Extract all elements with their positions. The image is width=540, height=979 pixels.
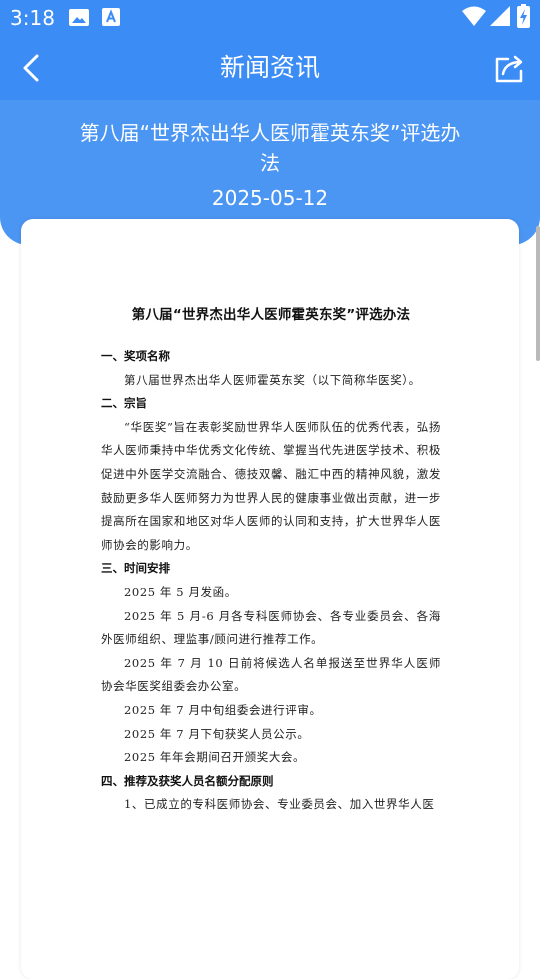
document-paragraph: 2025 年 7 月中旬组委会进行评审。 bbox=[124, 702, 322, 717]
document-paragraph: 第八届世界杰出华人医师霍英东奖（以下简称华医奖）。 bbox=[124, 372, 421, 387]
battery-charging-icon bbox=[517, 4, 530, 28]
document-paragraph: 2025 年 5 月发函。 bbox=[124, 584, 237, 599]
share-icon bbox=[495, 55, 523, 83]
cellular-signal-icon bbox=[490, 6, 510, 26]
app-bar: 新闻资讯 bbox=[0, 36, 540, 100]
document-paragraph: “华医奖”旨在表彰奖励世界华人医师队伍的优秀代表，弘扬华人医师秉持中华优秀文化传… bbox=[101, 419, 441, 552]
document-paragraph: 2025 年 7 月下旬获奖人员公示。 bbox=[124, 726, 310, 741]
document-card: 第八届“世界杰出华人医师霍英东奖”评选办法 一、奖项名称 第八届世界杰出华人医师… bbox=[21, 219, 519, 979]
page-title: 新闻资讯 bbox=[219, 53, 320, 82]
document-title: 第八届“世界杰出华人医师霍英东奖”评选办法 bbox=[131, 307, 411, 323]
section-heading: 二、宗旨 bbox=[101, 396, 147, 411]
text-a-icon bbox=[102, 8, 120, 26]
document-paragraph: 2025 年 7 月 10 日前将候选人名单报送至世界华人医师协会华医奖组委会办… bbox=[101, 655, 441, 694]
section-heading: 四、推荐及获奖人员名额分配原则 bbox=[101, 773, 274, 788]
document-page: 第八届“世界杰出华人医师霍英东奖”评选办法 一、奖项名称 第八届世界杰出华人医师… bbox=[101, 303, 441, 817]
document-paragraph: 2025 年年会期间召开颁奖大会。 bbox=[124, 750, 306, 765]
image-icon bbox=[69, 9, 89, 26]
status-bar: 3:18 bbox=[0, 0, 540, 36]
section-heading: 三、时间安排 bbox=[101, 561, 170, 576]
status-time: 3:18 bbox=[10, 6, 55, 30]
share-button[interactable] bbox=[492, 50, 528, 86]
section-heading: 一、奖项名称 bbox=[101, 349, 170, 363]
article-date: 2025-05-12 bbox=[211, 186, 329, 210]
document-paragraph: 1、已成立的专科医师协会、专业委员会、加入世界华人医 bbox=[124, 797, 435, 812]
document-paragraph: 2025 年 5 月-6 月各专科医师协会、各专业委员会、各海外医师组织、理监事… bbox=[101, 608, 441, 647]
article-title: 第八届“世界杰出华人医师霍英东奖”评选办法 bbox=[79, 121, 461, 175]
wifi-icon bbox=[462, 6, 486, 26]
scrollbar[interactable] bbox=[536, 226, 540, 361]
